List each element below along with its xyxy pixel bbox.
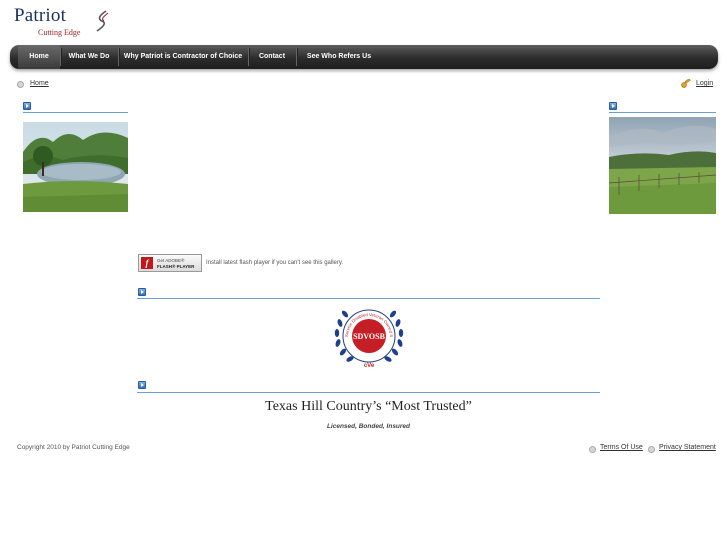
copyright-text: Copyright 2010 by Patriot Cutting Edge <box>17 444 130 451</box>
nav-home[interactable]: Home <box>18 45 60 69</box>
get-flash-player-button[interactable]: f Get ADOBE® FLASH® PLAYER <box>138 254 202 272</box>
nav-what-we-do[interactable]: What We Do <box>62 45 116 69</box>
nav-see-who-refers[interactable]: See Who Refers Us <box>298 45 380 69</box>
privacy-arrow-icon <box>648 446 655 453</box>
section-divider <box>23 112 128 113</box>
pasture-photo <box>609 117 716 214</box>
site-logo[interactable]: Patriot Cutting Edge <box>14 5 109 39</box>
flash-logo-icon: f <box>141 257 153 269</box>
breadcrumb-home-link[interactable]: Home <box>30 80 49 87</box>
logo-tagline: Cutting Edge <box>38 28 81 37</box>
section-expand-icon[interactable] <box>138 288 146 296</box>
nav-why-patriot[interactable]: Why Patriot is Contractor of Choice <box>120 45 246 69</box>
headline: Texas Hill Country’s “Most Trusted” <box>265 399 472 414</box>
subheadline: Licensed, Bonded, Insured <box>326 423 411 430</box>
section-expand-icon[interactable] <box>609 102 617 110</box>
nav-contact[interactable]: Contact <box>250 45 294 69</box>
flash-badge-line2: FLASH® PLAYER <box>157 264 195 269</box>
section-divider <box>137 392 600 393</box>
terms-arrow-icon <box>589 446 596 453</box>
privacy-statement-link[interactable]: Privacy Statement <box>659 444 716 451</box>
lake-photo <box>23 122 128 212</box>
logo-name: Patriot <box>14 5 67 26</box>
terms-of-use-link[interactable]: Terms Of Use <box>600 444 643 451</box>
breadcrumb-arrow-icon <box>17 81 24 88</box>
main-nav: Home What We Do Why Patriot is Contracto… <box>10 45 718 69</box>
seal-center-text: SDVOSB <box>353 332 386 341</box>
section-divider <box>137 298 600 299</box>
section-expand-icon[interactable] <box>138 381 146 389</box>
sdvosb-seal: Service Disabled Veteran Owned Small Bus… <box>332 303 404 369</box>
flash-badge-line1: Get ADOBE® <box>157 258 185 263</box>
login-key-icon <box>681 79 691 88</box>
seal-bottom-text: cVe <box>364 363 375 369</box>
logo-swoosh-icon <box>96 10 109 32</box>
login-link[interactable]: Login <box>696 80 713 87</box>
section-expand-icon[interactable] <box>23 102 31 110</box>
flash-install-message: Install latest flash player if you can't… <box>206 260 344 266</box>
section-divider <box>609 112 716 113</box>
